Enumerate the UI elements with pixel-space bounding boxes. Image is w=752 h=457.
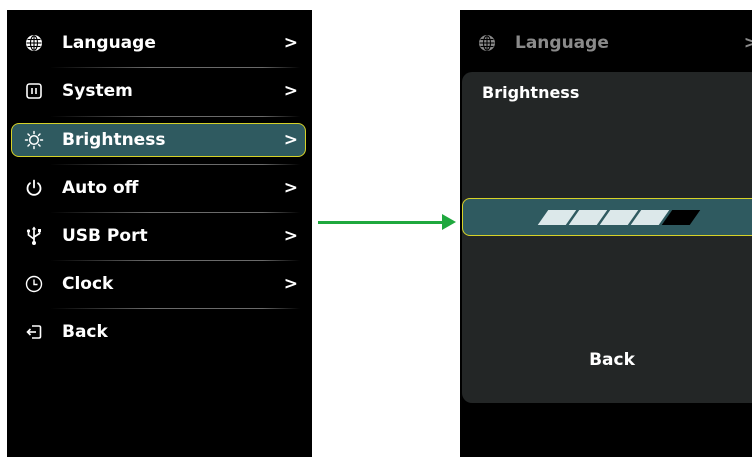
back-button[interactable]: Back xyxy=(462,350,752,370)
menu-item-label: System xyxy=(62,81,133,101)
settings-menu-screen: Language > System > Brightness > Auto of… xyxy=(7,10,312,457)
dialog-title: Brightness xyxy=(482,83,580,102)
arrow-right-icon xyxy=(442,214,456,230)
brightness-dialog: Brightness Back xyxy=(462,72,752,403)
system-icon xyxy=(24,81,44,101)
menu-item-label: Clock xyxy=(62,274,114,294)
menu-item-label: Language xyxy=(62,33,156,53)
brightness-screen: Language > Brightness Back xyxy=(460,10,752,457)
menu-item-system[interactable]: System > xyxy=(7,69,312,113)
chevron-right-icon: > xyxy=(283,33,298,53)
chevron-right-icon: > xyxy=(283,81,298,101)
clock-icon xyxy=(24,274,44,294)
chevron-right-icon: > xyxy=(283,274,298,294)
menu-item-brightness[interactable]: Brightness > xyxy=(7,118,312,162)
divider xyxy=(50,308,300,309)
divider xyxy=(50,212,300,213)
chevron-right-icon: > xyxy=(283,178,298,198)
brightness-slider[interactable] xyxy=(462,198,752,236)
menu-item-label: Back xyxy=(62,322,108,342)
menu-item-usb-port[interactable]: USB Port > xyxy=(7,214,312,258)
back-icon xyxy=(24,322,44,342)
chevron-right-icon: > xyxy=(283,130,298,150)
menu-item-label: USB Port xyxy=(62,226,148,246)
globe-icon xyxy=(24,33,44,53)
divider xyxy=(50,164,300,165)
menu-item-label: Brightness xyxy=(62,130,166,150)
globe-icon xyxy=(477,33,497,53)
menu-item-language[interactable]: Language > xyxy=(7,21,312,65)
divider xyxy=(50,260,300,261)
transition-arrow-line xyxy=(318,221,444,224)
menu-item-label: Auto off xyxy=(62,178,139,198)
menu-item-label: Language xyxy=(515,33,609,53)
menu-item-language[interactable]: Language > xyxy=(460,21,752,65)
chevron-right-icon: > xyxy=(743,33,752,53)
menu-item-clock[interactable]: Clock > xyxy=(7,262,312,306)
divider xyxy=(50,116,300,117)
power-icon xyxy=(24,178,44,198)
sun-icon xyxy=(24,130,44,150)
menu-item-back[interactable]: Back xyxy=(7,310,312,354)
divider xyxy=(50,67,300,68)
usb-icon xyxy=(24,226,44,246)
chevron-right-icon: > xyxy=(283,226,298,246)
menu-item-auto-off[interactable]: Auto off > xyxy=(7,166,312,210)
